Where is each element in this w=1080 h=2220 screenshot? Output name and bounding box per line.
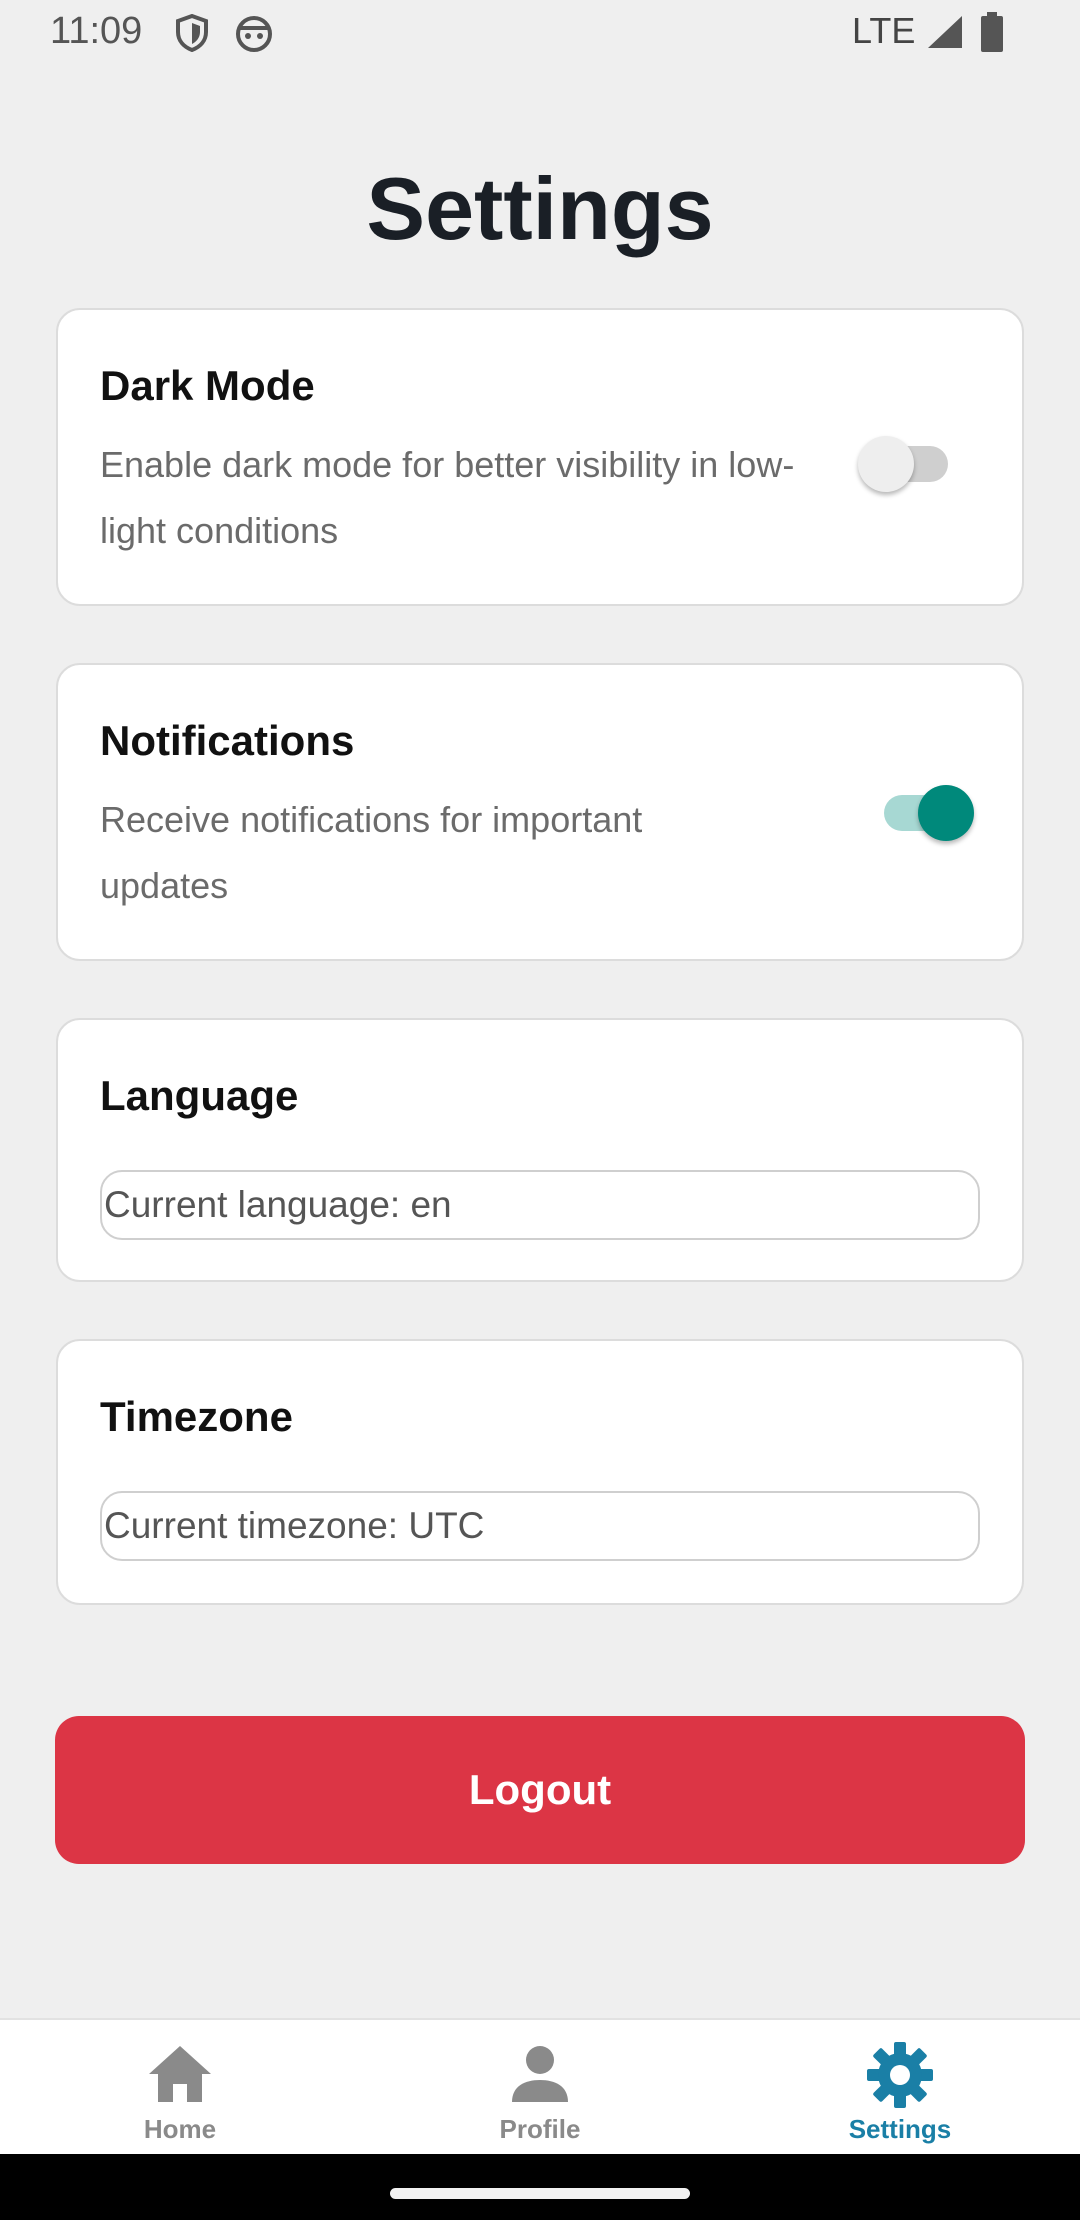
- gear-icon: [865, 2040, 935, 2110]
- nav-item-profile[interactable]: Profile: [360, 2020, 720, 2154]
- timezone-field[interactable]: Current timezone: UTC: [100, 1491, 980, 1561]
- language-card: Language Current language: en: [56, 1018, 1024, 1282]
- language-field[interactable]: Current language: en: [100, 1170, 980, 1240]
- dark-mode-title: Dark Mode: [100, 362, 315, 409]
- notifications-toggle[interactable]: [878, 783, 974, 843]
- nav-item-home[interactable]: Home: [0, 2020, 360, 2154]
- nav-label-home: Home: [143, 2114, 217, 2144]
- dark-mode-description: Enable dark mode for better visibility i…: [100, 444, 795, 551]
- timezone-card: Timezone Current timezone: UTC: [56, 1339, 1024, 1605]
- notifications-card: Notifications Receive notifications for …: [56, 663, 1024, 961]
- home-icon: [145, 2040, 215, 2110]
- logout-button[interactable]: Logout: [55, 1716, 1025, 1864]
- dark-mode-toggle[interactable]: [858, 434, 954, 494]
- timezone-title: Timezone: [100, 1393, 293, 1440]
- nav-label-profile: Profile: [499, 2114, 581, 2144]
- battery-icon: [980, 12, 1004, 57]
- person-icon: [505, 2040, 575, 2110]
- toggle-thumb: [918, 785, 974, 841]
- home-gesture-handle[interactable]: [390, 2188, 690, 2199]
- vpn-shield-icon: [174, 13, 210, 57]
- toggle-thumb: [858, 436, 914, 492]
- nav-item-settings[interactable]: Settings: [720, 2020, 1080, 2154]
- signal-icon: [926, 14, 964, 55]
- page-title: Settings: [366, 159, 714, 258]
- notifications-title: Notifications: [100, 717, 355, 764]
- language-title: Language: [100, 1072, 299, 1119]
- system-navigation-bar: [0, 2154, 1080, 2220]
- network-type: LTE: [852, 10, 916, 51]
- notifications-description: Receive notifications for important upda…: [100, 799, 643, 906]
- dark-mode-card: Dark Mode Enable dark mode for better vi…: [56, 308, 1024, 606]
- nav-label-settings: Settings: [848, 2114, 952, 2144]
- bottom-navigation: Home Profile Settings: [0, 2018, 1080, 2154]
- android-robot-icon: [234, 14, 274, 57]
- status-time: 11:09: [50, 10, 143, 52]
- status-bar: 11:09 LTE: [0, 0, 1080, 66]
